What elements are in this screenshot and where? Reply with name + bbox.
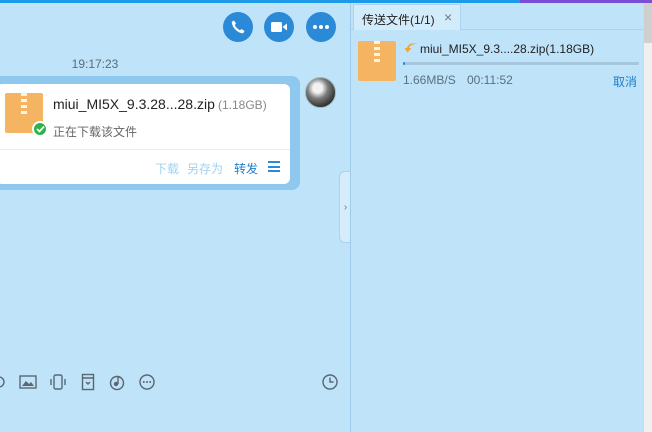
video-camera-icon — [271, 22, 287, 32]
message-bubble-tail — [290, 83, 300, 91]
save-as-link[interactable]: 另存为 — [187, 160, 223, 177]
scrollbar-thumb[interactable] — [644, 3, 652, 43]
bubble-divider — [0, 149, 290, 150]
checkmark-icon — [32, 121, 48, 137]
input-toolbar — [0, 373, 350, 397]
avatar[interactable] — [305, 77, 336, 108]
image-icon[interactable] — [19, 373, 37, 391]
chevron-right-icon: › — [343, 201, 348, 213]
panel-tab-bar: 传送文件(1/1) × — [351, 3, 643, 30]
transfer-progress-bar — [403, 62, 639, 65]
transfer-speed: 1.66MB/S — [403, 73, 456, 87]
screenshot-icon[interactable] — [0, 373, 12, 391]
cancel-transfer-link[interactable]: 取消 — [613, 73, 637, 90]
receive-arrow-icon — [404, 43, 417, 53]
zip-file-icon — [358, 41, 396, 81]
shake-icon[interactable] — [49, 373, 67, 391]
file-status: 正在下载该文件 — [53, 125, 138, 139]
transfer-file-name: miui_MI5X_9.3....28.zip(1.18GB) — [420, 42, 595, 56]
menu-icon[interactable] — [268, 161, 280, 172]
window-scrollbar[interactable] — [643, 3, 652, 432]
transfer-elapsed-time: 00:11:52 — [467, 73, 513, 87]
more-icon[interactable] — [138, 373, 156, 391]
more-icon — [313, 25, 329, 29]
chat-pane: 19:17:23 miui_MI5X_9.3.28...28.zip (1.18… — [0, 3, 351, 432]
file-icon[interactable] — [79, 373, 97, 391]
download-link[interactable]: 下载 — [155, 160, 179, 177]
forward-link[interactable]: 转发 — [234, 160, 258, 177]
file-name: miui_MI5X_9.3.28...28.zip — [53, 96, 215, 112]
history-icon[interactable] — [321, 373, 339, 391]
phone-icon — [231, 20, 245, 34]
message-timestamp: 19:17:23 — [71, 57, 119, 71]
transfer-progress-fill — [403, 62, 406, 65]
tab-label: 传送文件(1/1) — [362, 13, 435, 27]
file-size: (1.18GB) — [218, 98, 267, 112]
close-icon[interactable]: × — [444, 9, 452, 25]
video-call-button[interactable] — [264, 12, 294, 42]
voice-call-button[interactable] — [223, 12, 253, 42]
more-options-button[interactable] — [306, 12, 336, 42]
tab-file-transfer[interactable]: 传送文件(1/1) × — [353, 4, 461, 30]
music-icon[interactable] — [108, 373, 126, 391]
file-transfer-panel: 传送文件(1/1) × miui_MI5X_9.3....28.zip(1.18… — [351, 3, 643, 432]
